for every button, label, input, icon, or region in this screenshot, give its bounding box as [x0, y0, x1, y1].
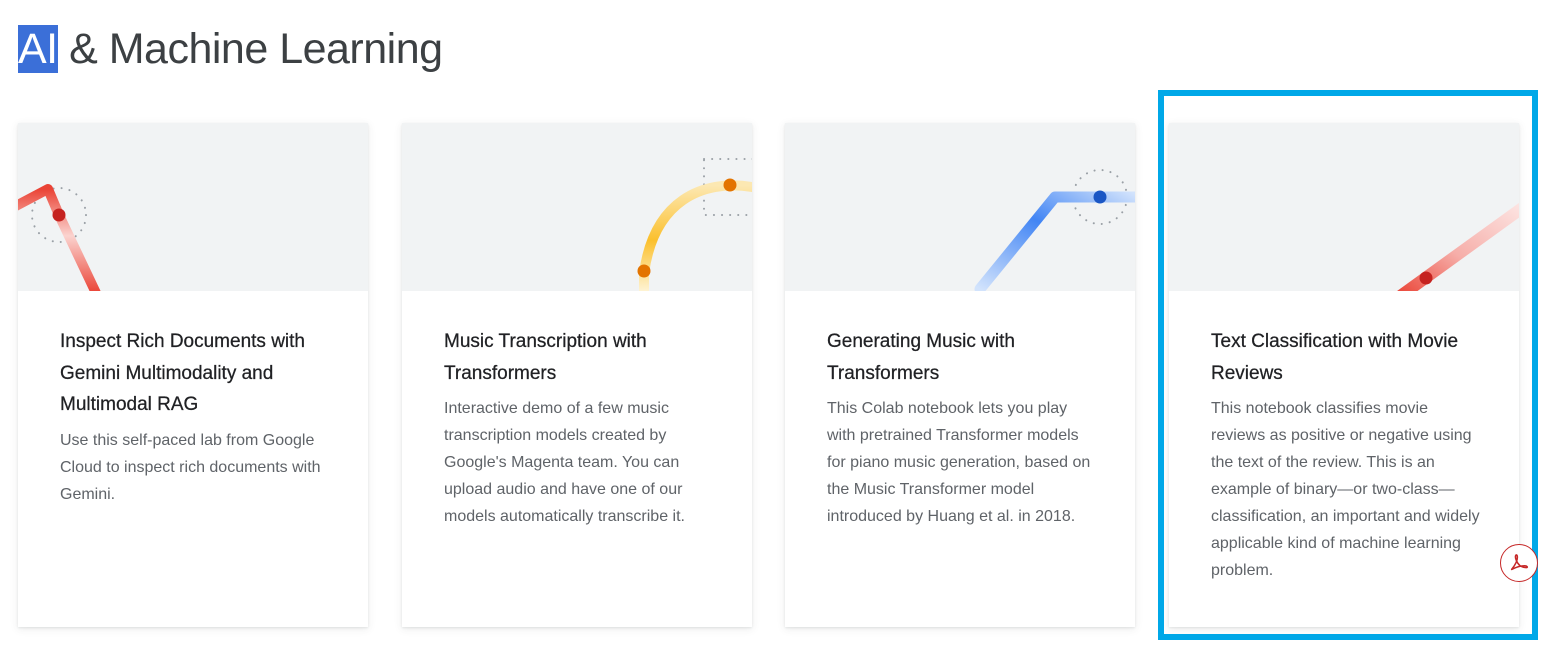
card-title: Music Transcription with Transformers [444, 331, 647, 384]
card-description: Use this self-paced lab from Google Clou… [60, 431, 321, 503]
card-description: This Colab notebook lets you play with p… [827, 400, 1091, 525]
yellow-arc-icon [637, 158, 752, 291]
card-hero [785, 123, 1135, 291]
red-diagonal-icon [1397, 202, 1519, 291]
card-description: This notebook classifies movie reviews a… [1211, 400, 1480, 579]
card-title: Generating Music with Transformers [827, 331, 1015, 384]
section-title-highlight: AI [18, 25, 58, 73]
pdf-button[interactable] [1500, 544, 1538, 582]
section-title-rest: & Machine Learning [57, 25, 443, 73]
blue-line-icon [974, 169, 1135, 291]
card-title: Text Classification with Movie Reviews [1211, 331, 1459, 384]
card-hero [18, 123, 368, 291]
card-description: Interactive demo of a few music transcri… [444, 400, 685, 525]
card-inspect-rich-documents[interactable]: Inspect Rich Documents with Gemini Multi… [18, 123, 368, 627]
card-title: Inspect Rich Documents with Gemini Multi… [60, 331, 305, 415]
section-title: AI & Machine Learning [18, 22, 443, 76]
card-music-transcription[interactable]: Music Transcription with Transformers In… [402, 123, 752, 627]
red-line-icon [18, 184, 101, 291]
card-hero [402, 123, 752, 291]
card-text-classification[interactable]: Text Classification with Movie Reviews T… [1169, 123, 1519, 627]
pdf-icon [1510, 554, 1529, 571]
card-generating-music[interactable]: Generating Music with Transformers This … [785, 123, 1135, 627]
card-hero [1169, 123, 1519, 291]
